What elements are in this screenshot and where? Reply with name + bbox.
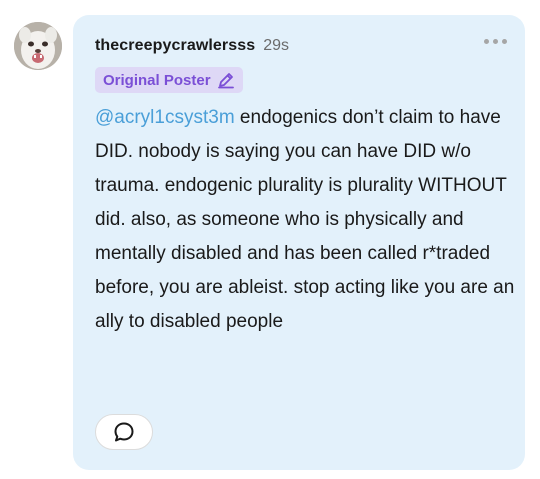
reply-header: thecreepycrawlersss 29s: [95, 37, 289, 55]
more-options-button[interactable]: [484, 39, 507, 44]
reply-bubble: thecreepycrawlersss 29s Original Poster …: [73, 15, 525, 470]
comment-button[interactable]: [95, 414, 153, 450]
username-link[interactable]: thecreepycrawlersss: [95, 37, 255, 55]
more-horizontal-icon-dot: [502, 39, 507, 44]
original-poster-badge: Original Poster: [95, 67, 243, 93]
badge-label: Original Poster: [103, 71, 211, 89]
avatar[interactable]: [14, 22, 62, 70]
reply-body: @acryl1csyst3m endogenics don’t claim to…: [95, 101, 515, 339]
pencil-icon: [217, 73, 234, 89]
reply-text: endogenics don’t claim to have DID. nobo…: [95, 107, 515, 332]
white-dog-avatar-image: [14, 22, 62, 70]
more-horizontal-icon: [484, 39, 489, 44]
mention-link[interactable]: @acryl1csyst3m: [95, 107, 235, 128]
timestamp: 29s: [263, 37, 290, 54]
speech-bubble-icon: [114, 422, 134, 442]
more-horizontal-icon-dot: [493, 39, 498, 44]
